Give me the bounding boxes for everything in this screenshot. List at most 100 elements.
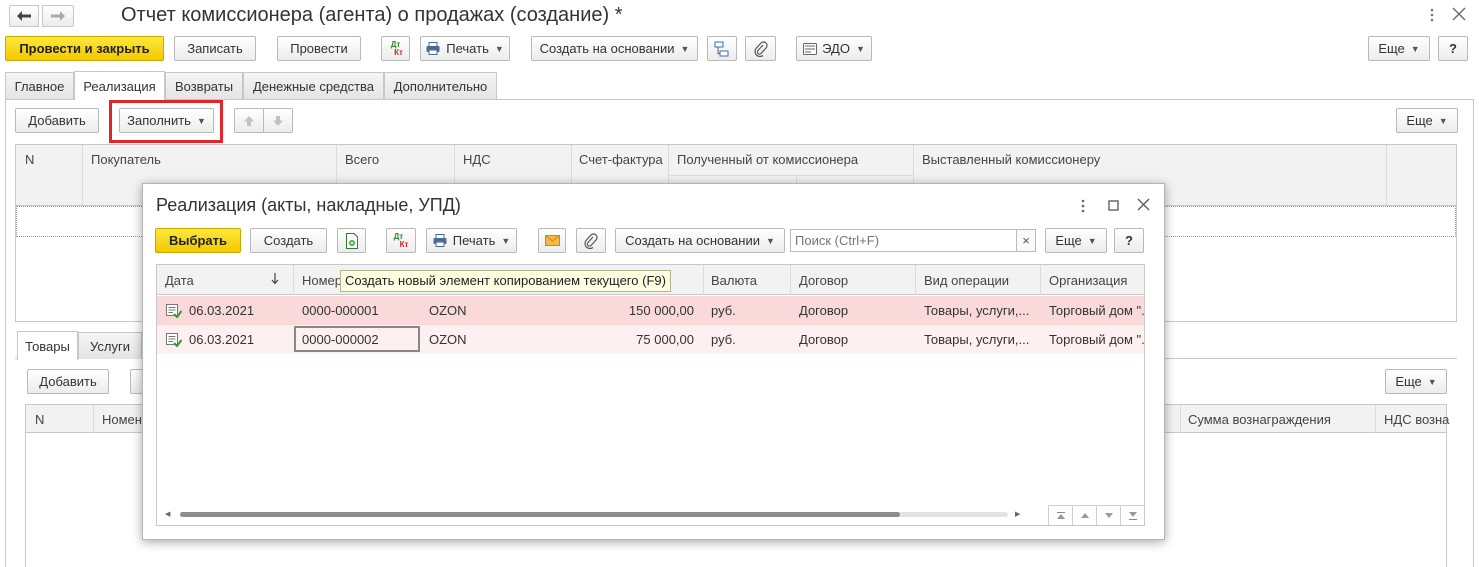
horizontal-scrollbar[interactable]: ◀ ▶ [165, 509, 1025, 519]
goods-col-vat-reward: НДС возна [1384, 412, 1450, 427]
copy-document-icon [345, 232, 359, 249]
structure-button[interactable] [707, 36, 737, 61]
tooltip: Создать новый элемент копированием текущ… [340, 270, 671, 292]
goods-add-button[interactable]: Добавить [27, 369, 109, 394]
search-clear-button[interactable]: × [1016, 229, 1036, 252]
create-button[interactable]: Создать [250, 228, 327, 253]
tab-returns[interactable]: Возвраты [165, 72, 243, 99]
scroll-left-icon[interactable]: ◀ [165, 510, 170, 518]
cell-date: 06.03.2021 [189, 332, 255, 347]
dtkt-icon: Дт Кт [390, 39, 403, 57]
goods-col-n: N [35, 412, 45, 427]
paperclip-icon [584, 232, 598, 249]
tab-realization[interactable]: Реализация [74, 71, 165, 100]
cell-op-type: Товары, услуги,... [924, 303, 1030, 318]
chevron-down-icon: ▼ [855, 43, 865, 54]
chevron-down-icon: ▼ [494, 43, 504, 54]
printer-icon [433, 234, 447, 247]
tab-main[interactable]: Главное [5, 72, 74, 99]
col-invoice: Счет-фактура [579, 152, 663, 167]
move-down-button[interactable] [263, 108, 293, 133]
col-currency[interactable]: Валюта [711, 273, 757, 288]
envelope-icon [544, 235, 560, 246]
chevron-down-icon: ▼ [501, 235, 511, 246]
col-date[interactable]: Дата [165, 273, 194, 288]
goods-col-reward: Сумма вознаграждения [1188, 412, 1331, 427]
col-contract[interactable]: Договор [799, 273, 848, 288]
last-page-icon[interactable] [1121, 506, 1144, 525]
chevron-down-icon: ▼ [1410, 43, 1420, 54]
print-button[interactable]: Печать ▼ [420, 36, 510, 61]
sort-down-icon [271, 273, 279, 285]
posted-document-icon [166, 304, 182, 318]
post-and-close-button[interactable]: Провести и закрыть [5, 36, 164, 61]
arrow-up-icon [243, 115, 255, 127]
documents-table[interactable]: Дата Номер Валюта Договор Вид операции О… [156, 264, 1145, 526]
printer-icon [426, 42, 440, 55]
cell-sum: 150 000,00 [628, 303, 694, 318]
dialog-help-button[interactable]: ? [1114, 228, 1144, 253]
fill-button[interactable]: Заполнить ▼ [119, 108, 214, 133]
select-button[interactable]: Выбрать [155, 228, 241, 253]
table-row[interactable]: 06.03.2021 0000-000001 OZON 150 000,00 р… [157, 296, 1144, 325]
close-icon[interactable] [1452, 7, 1468, 23]
goods-more-button[interactable]: Еще ▼ [1385, 369, 1447, 394]
help-button[interactable]: ? [1438, 36, 1468, 61]
cell-contract: Договор [799, 303, 849, 318]
post-button[interactable]: Провести [277, 36, 361, 61]
cell-op-type: Товары, услуги,... [924, 332, 1030, 347]
col-total: Всего [345, 152, 380, 167]
cell-sum: 75 000,00 [636, 332, 694, 347]
edo-button[interactable]: ЭДО ▼ [796, 36, 872, 61]
close-icon[interactable] [1137, 198, 1150, 211]
cell-currency: руб. [711, 332, 736, 347]
more-vertical-icon[interactable] [1080, 198, 1086, 214]
cell-contract: Договор [799, 332, 849, 347]
maximize-icon[interactable] [1108, 200, 1119, 211]
posted-document-icon [166, 333, 182, 347]
chevron-down-icon: ▼ [1087, 235, 1097, 246]
email-button[interactable] [538, 228, 566, 253]
dtkt-button[interactable]: Дт Кт [381, 36, 410, 61]
save-button[interactable]: Записать [174, 36, 256, 61]
create-based-button[interactable]: Создать на основании ▼ [531, 36, 698, 61]
table-row[interactable]: 06.03.2021 0000-000002 OZON 75 000,00 ру… [157, 325, 1144, 354]
cell-number: 0000-000002 [302, 332, 379, 347]
prev-page-icon[interactable] [1073, 506, 1097, 525]
back-button[interactable] [9, 5, 39, 27]
paperclip-icon [753, 40, 768, 57]
tab-cash[interactable]: Денежные средства [243, 72, 384, 99]
more-vertical-icon[interactable] [1429, 6, 1437, 26]
dialog-create-based-button[interactable]: Создать на основании ▼ [615, 228, 785, 253]
scroll-right-icon[interactable]: ▶ [1015, 510, 1020, 518]
dialog-print-button[interactable]: Печать ▼ [426, 228, 517, 253]
first-page-icon[interactable] [1049, 506, 1073, 525]
next-page-icon[interactable] [1097, 506, 1121, 525]
tab-additional[interactable]: Дополнительно [384, 72, 497, 99]
scrollbar-thumb[interactable] [180, 512, 900, 517]
tab-goods[interactable]: Товары [17, 331, 78, 360]
col-number[interactable]: Номер [302, 273, 342, 288]
cell-org: Торговый дом ". [1049, 332, 1144, 347]
dialog-attach-button[interactable] [576, 228, 606, 253]
chevron-down-icon: ▼ [196, 115, 206, 126]
copy-button[interactable] [337, 228, 366, 253]
dtkt-button[interactable]: Дт Кт [386, 228, 416, 253]
cell-counterparty: OZON [429, 332, 467, 347]
selection-dialog[interactable]: Реализация (акты, накладные, УПД) Выбрат… [142, 183, 1165, 540]
arrow-down-icon [272, 115, 284, 127]
more-button[interactable]: Еще ▼ [1368, 36, 1430, 61]
col-org[interactable]: Организация [1049, 273, 1127, 288]
search-input[interactable] [790, 229, 1017, 252]
forward-button[interactable] [42, 5, 74, 27]
move-up-button[interactable] [234, 108, 264, 133]
cell-counterparty: OZON [429, 303, 467, 318]
realization-more-button[interactable]: Еще ▼ [1396, 108, 1458, 133]
attach-button[interactable] [745, 36, 776, 61]
col-op-type[interactable]: Вид операции [924, 273, 1009, 288]
col-n: N [25, 152, 35, 167]
tab-services[interactable]: Услуги [78, 332, 142, 359]
col-received: Полученный от комиссионера [677, 152, 859, 167]
dialog-more-button[interactable]: Еще ▼ [1045, 228, 1107, 253]
add-button[interactable]: Добавить [15, 108, 99, 133]
